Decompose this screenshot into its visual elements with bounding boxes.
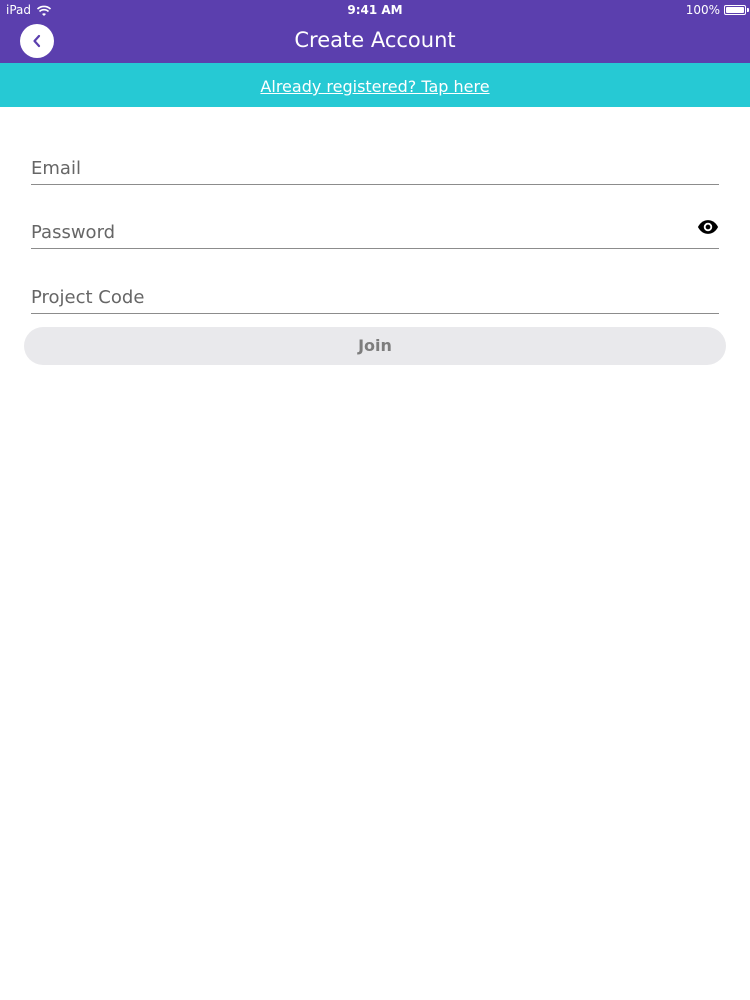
email-field (31, 154, 719, 185)
eye-icon[interactable] (697, 218, 719, 236)
battery-percent: 100% (685, 3, 720, 17)
join-button[interactable]: Join (24, 327, 726, 365)
login-banner: Already registered? Tap here (0, 63, 750, 107)
project-code-input[interactable] (31, 283, 681, 311)
battery-icon (724, 5, 749, 15)
status-time: 9:41 AM (347, 3, 403, 17)
password-field (31, 218, 719, 249)
status-bar: iPad 9:41 AM 100% (0, 0, 750, 20)
create-account-screen: iPad 9:41 AM 100% Create Account Already… (0, 0, 750, 1000)
project-code-field (31, 283, 719, 314)
password-input[interactable] (31, 218, 681, 246)
status-right: 100% (685, 0, 749, 20)
already-registered-link[interactable]: Already registered? Tap here (260, 77, 489, 96)
email-input[interactable] (31, 154, 681, 182)
nav-bar: Create Account (0, 20, 750, 63)
page-title: Create Account (294, 28, 456, 52)
